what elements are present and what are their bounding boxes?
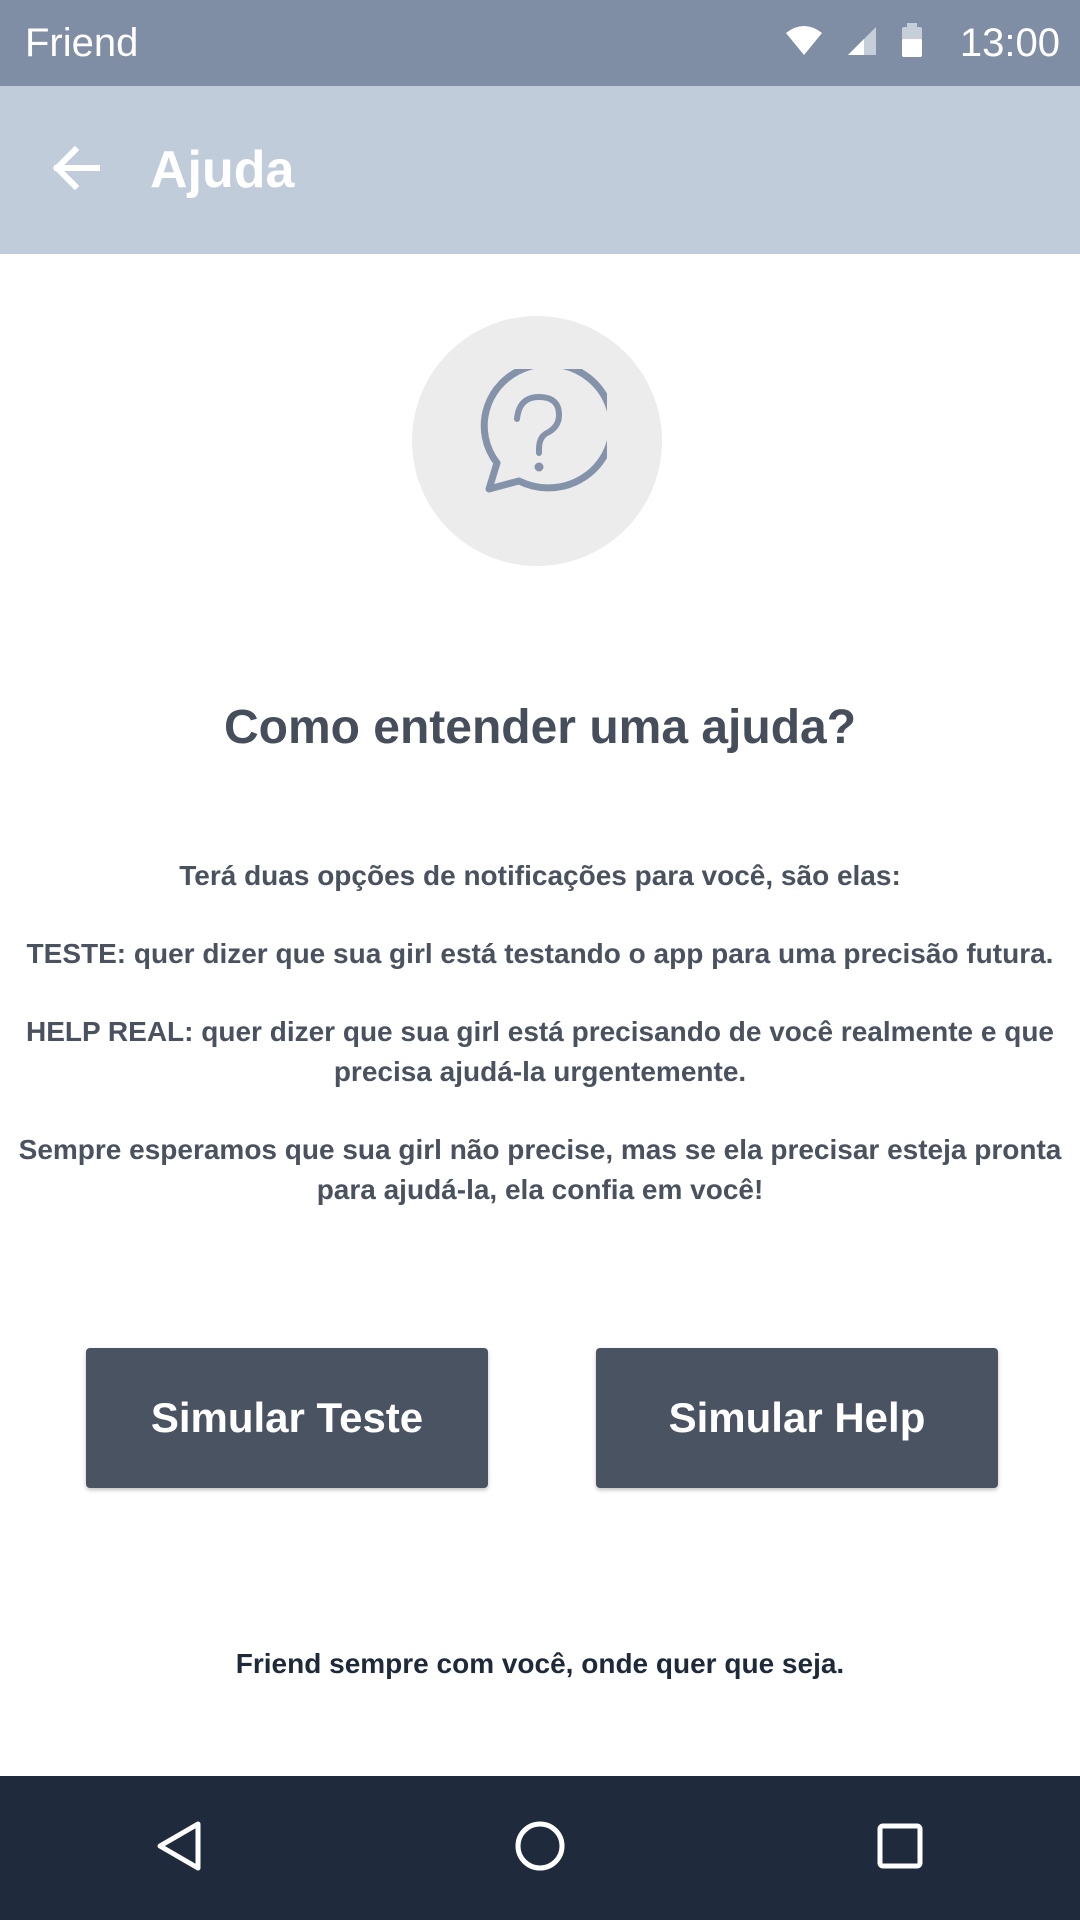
recents-square-icon (872, 1818, 928, 1879)
status-icons: 13:00 (784, 21, 1060, 66)
signal-icon (846, 25, 878, 62)
status-app-name: Friend (25, 20, 139, 65)
page-title: Ajuda (150, 141, 295, 199)
home-circle-icon (512, 1818, 568, 1879)
system-nav-bar (0, 1776, 1080, 1920)
help-title: Como entender uma ajuda? (223, 701, 857, 754)
help-hero (412, 316, 662, 566)
wifi-icon (784, 25, 824, 62)
nav-recents-button[interactable] (840, 1788, 960, 1908)
battery-icon (900, 22, 924, 64)
back-button[interactable] (0, 86, 150, 254)
intro-paragraph: Terá duas opções de notificações para vo… (179, 860, 901, 891)
arrow-back-icon (49, 144, 101, 197)
nav-back-button[interactable] (120, 1788, 240, 1908)
test-paragraph: TESTE: quer dizer que sua girl está test… (26, 938, 1054, 969)
nav-home-button[interactable] (480, 1788, 600, 1908)
simulate-test-button[interactable]: Simular Teste (86, 1348, 488, 1488)
back-triangle-icon (152, 1818, 208, 1879)
help-screen: Friend 13:00 Ajuda Como entender uma aju… (0, 0, 1080, 1920)
footer-tagline: Friend sempre com você, onde quer que se… (235, 1648, 845, 1679)
app-bar: Ajuda (0, 86, 1080, 254)
closing-paragraph: Sempre esperamos que sua girl não precis… (18, 1134, 1062, 1205)
status-bar: Friend 13:00 (0, 0, 1080, 86)
simulate-help-button[interactable]: Simular Help (596, 1348, 998, 1488)
help-chat-bubble-icon (467, 359, 616, 514)
status-time: 13:00 (959, 20, 1060, 65)
help-real-paragraph: HELP REAL: quer dizer que sua girl está … (25, 1016, 1054, 1087)
